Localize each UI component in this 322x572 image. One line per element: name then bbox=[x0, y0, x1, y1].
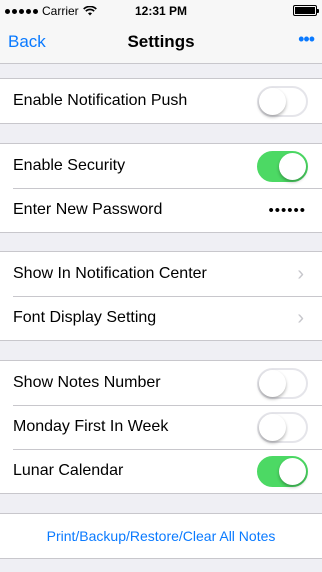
lunar-calendar-row: Lunar Calendar bbox=[0, 449, 322, 493]
battery-icon bbox=[293, 5, 319, 16]
row-label: Print/Backup/Restore/Clear All Notes bbox=[46, 528, 276, 544]
show-notes-number-toggle[interactable] bbox=[257, 367, 308, 399]
row-label: Monday First In Week bbox=[13, 418, 169, 435]
status-bar: Carrier 12:31 PM bbox=[0, 0, 322, 22]
navigation-bar: Back Settings ••• bbox=[0, 22, 322, 64]
battery-status bbox=[293, 5, 319, 16]
more-options-icon[interactable]: ••• bbox=[298, 29, 315, 50]
row-label: Enable Security bbox=[13, 157, 126, 174]
row-label: Enable Notification Push bbox=[13, 92, 188, 109]
show-notes-number-row: Show Notes Number bbox=[0, 361, 322, 405]
page-title: Settings bbox=[127, 32, 195, 51]
row-label: Show In Notification Center bbox=[13, 265, 207, 282]
monday-first-in-week-row: Monday First In Week bbox=[0, 405, 322, 449]
enable-notification-push-row: Enable Notification Push bbox=[0, 79, 322, 123]
lunar-calendar-toggle[interactable] bbox=[257, 455, 308, 487]
monday-first-in-week-toggle[interactable] bbox=[257, 411, 308, 443]
enable-security-toggle[interactable] bbox=[257, 150, 308, 182]
status-time: 12:31 PM bbox=[134, 4, 188, 18]
print-backup-restore-clear-button[interactable]: Print/Backup/Restore/Clear All Notes bbox=[0, 514, 322, 558]
password-value: •••••• bbox=[268, 201, 306, 219]
enable-security-row: Enable Security bbox=[0, 144, 322, 188]
chevron-right-icon: › bbox=[297, 307, 304, 329]
row-label: Font Display Setting bbox=[13, 309, 157, 326]
security-group: Enable Security Enter New Password •••••… bbox=[0, 143, 322, 233]
font-display-setting-row[interactable]: Font Display Setting › bbox=[0, 296, 322, 340]
calendar-group: Show Notes Number Monday First In Week L… bbox=[0, 360, 322, 494]
enable-notification-push-toggle[interactable] bbox=[257, 85, 308, 117]
display-group: Show In Notification Center › Font Displ… bbox=[0, 251, 322, 341]
row-label: Lunar Calendar bbox=[13, 462, 124, 479]
enter-new-password-row[interactable]: Enter New Password •••••• bbox=[0, 188, 322, 232]
row-label: Show Notes Number bbox=[13, 374, 161, 391]
notification-group: Enable Notification Push bbox=[0, 78, 322, 124]
notes-management-group: Print/Backup/Restore/Clear All Notes bbox=[0, 513, 322, 559]
show-in-notification-center-row[interactable]: Show In Notification Center › bbox=[0, 252, 322, 296]
chevron-right-icon: › bbox=[297, 263, 304, 285]
row-label: Enter New Password bbox=[13, 201, 163, 218]
